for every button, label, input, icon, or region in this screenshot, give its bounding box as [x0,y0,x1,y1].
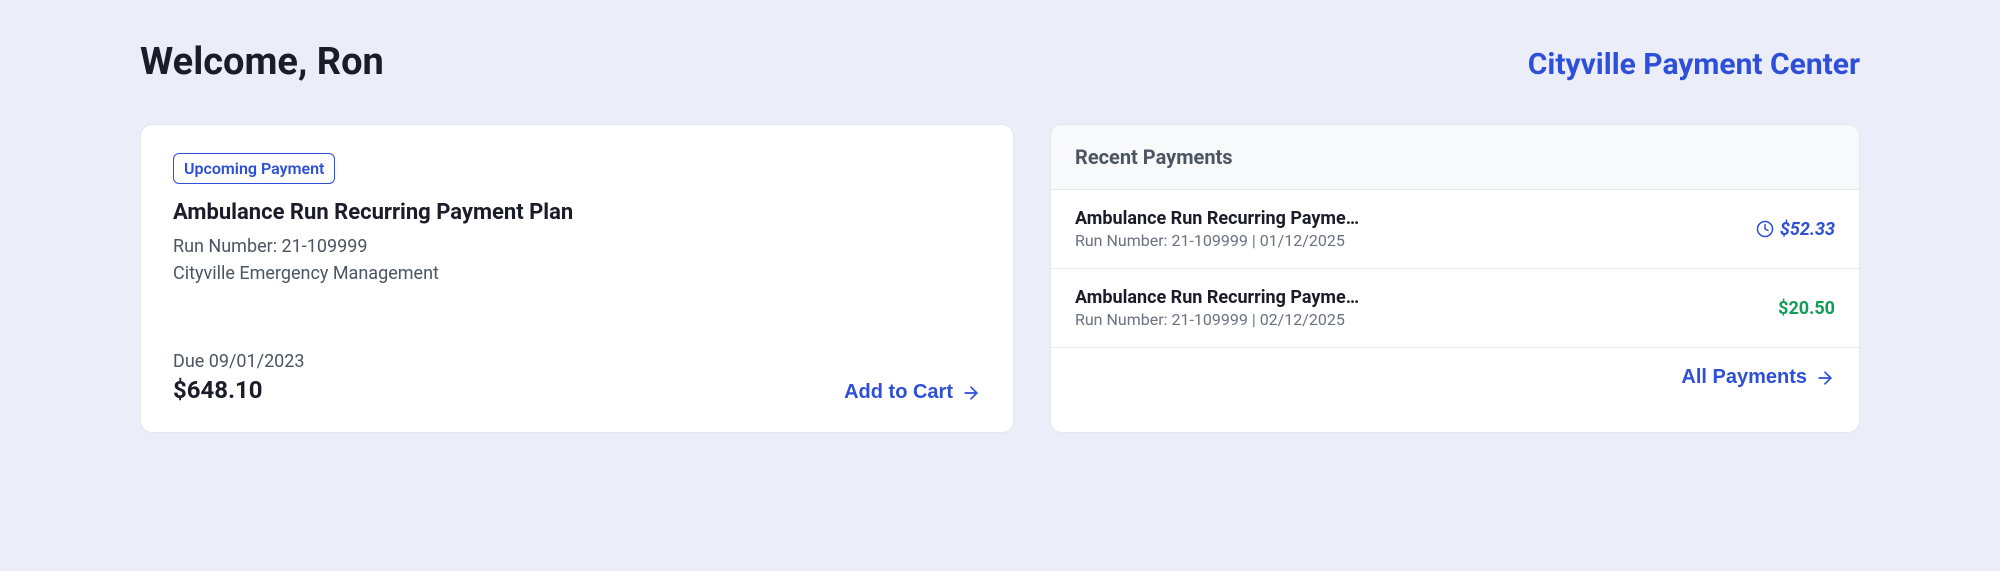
add-to-cart-button[interactable]: Add to Cart [844,381,981,404]
upcoming-amount: $648.10 [173,376,305,404]
arrow-right-icon [961,383,981,403]
payment-amount-value: $52.33 [1780,219,1835,240]
org-name: Cityville Emergency Management [173,260,981,287]
plan-title: Ambulance Run Recurring Payment Plan [173,200,981,225]
payment-amount-pending: $52.33 [1756,219,1835,240]
payment-meta: Run Number: 21-109999 | 01/12/2025 [1075,231,1740,250]
arrow-right-icon [1815,368,1835,388]
payment-center-title: Cityville Payment Center [1528,47,1860,82]
payment-amount-paid: $20.50 [1778,298,1835,319]
recent-payments-card: Recent Payments Ambulance Run Recurring … [1050,124,1860,433]
payment-name: Ambulance Run Recurring Payme… [1075,287,1425,308]
recent-payments-title: Recent Payments [1075,145,1835,169]
welcome-title: Welcome, Ron [140,40,384,84]
run-number: Run Number: 21-109999 [173,233,981,260]
upcoming-payment-card: Upcoming Payment Ambulance Run Recurring… [140,124,1014,433]
payment-name: Ambulance Run Recurring Payme… [1075,208,1425,229]
payment-row[interactable]: Ambulance Run Recurring Payme… Run Numbe… [1051,190,1859,269]
payment-meta: Run Number: 21-109999 | 02/12/2025 [1075,310,1762,329]
add-to-cart-label: Add to Cart [844,381,953,404]
payment-row[interactable]: Ambulance Run Recurring Payme… Run Numbe… [1051,269,1859,348]
upcoming-payment-badge: Upcoming Payment [173,153,335,184]
due-date: Due 09/01/2023 [173,351,305,372]
clock-icon [1756,220,1774,238]
payment-amount-value: $20.50 [1778,298,1835,319]
all-payments-label: All Payments [1681,366,1807,389]
all-payments-button[interactable]: All Payments [1681,366,1835,389]
